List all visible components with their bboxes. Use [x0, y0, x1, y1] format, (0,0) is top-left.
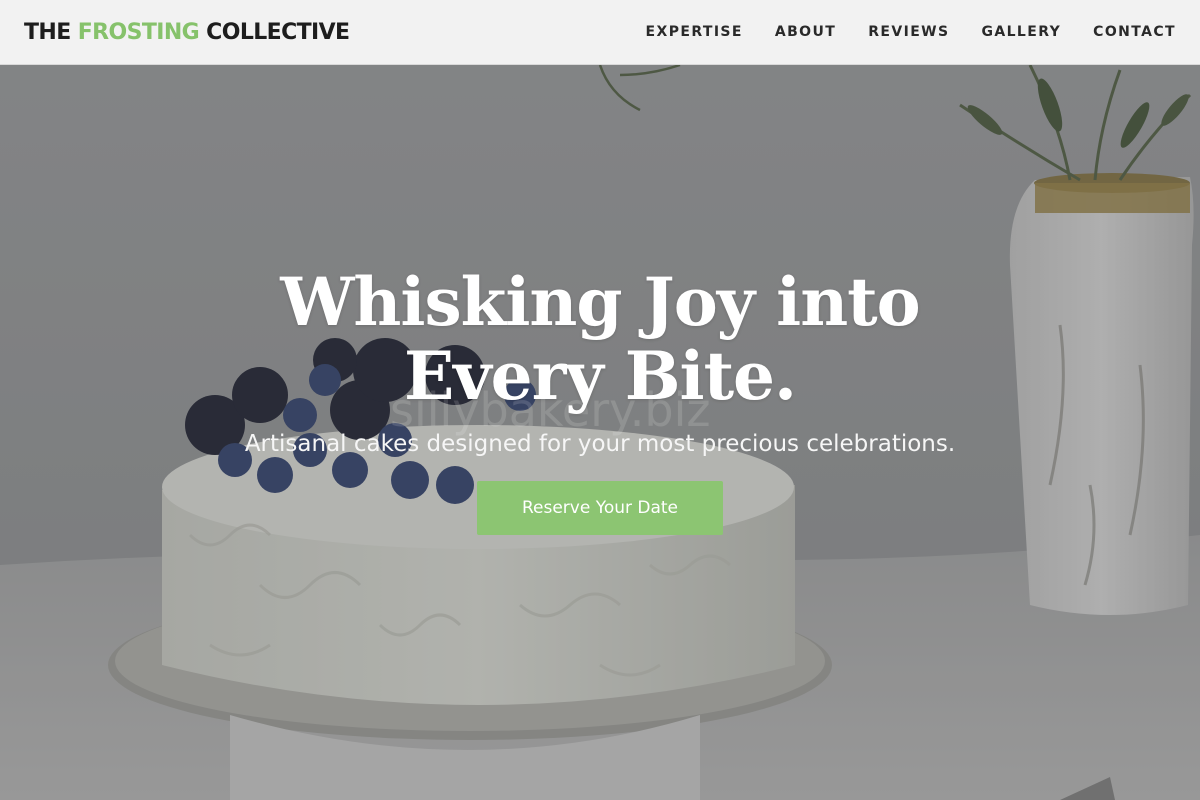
nav-link-expertise[interactable]: EXPERTISE	[646, 24, 743, 40]
brand-text-the: THE	[24, 19, 78, 45]
brand-text-collective: COLLECTIVE	[199, 19, 350, 45]
brand-text-accent: FROSTING	[77, 19, 200, 45]
brand-logo[interactable]: THE FROSTING COLLECTIVE	[24, 19, 350, 45]
nav-link-reviews[interactable]: REVIEWS	[868, 24, 949, 40]
nav-link-about[interactable]: ABOUT	[775, 24, 836, 40]
top-navbar: THE FROSTING COLLECTIVE EXPERTISE ABOUT …	[0, 0, 1200, 65]
nav-link-gallery[interactable]: GALLERY	[981, 24, 1061, 40]
nav-link-contact[interactable]: CONTACT	[1093, 24, 1176, 40]
hero-headline: Whisking Joy into Every Bite.	[280, 263, 920, 415]
nav-menu: EXPERTISE ABOUT REVIEWS GALLERY CONTACT	[614, 24, 1176, 40]
hero-content: Whisking Joy into Every Bite. Artisanal …	[0, 265, 1200, 535]
hero-section: sillybakery.biz Whisking Joy into Every …	[0, 65, 1200, 800]
hero-subheadline: Artisanal cakes designed for your most p…	[244, 431, 956, 457]
reserve-date-button[interactable]: Reserve Your Date	[477, 481, 723, 535]
